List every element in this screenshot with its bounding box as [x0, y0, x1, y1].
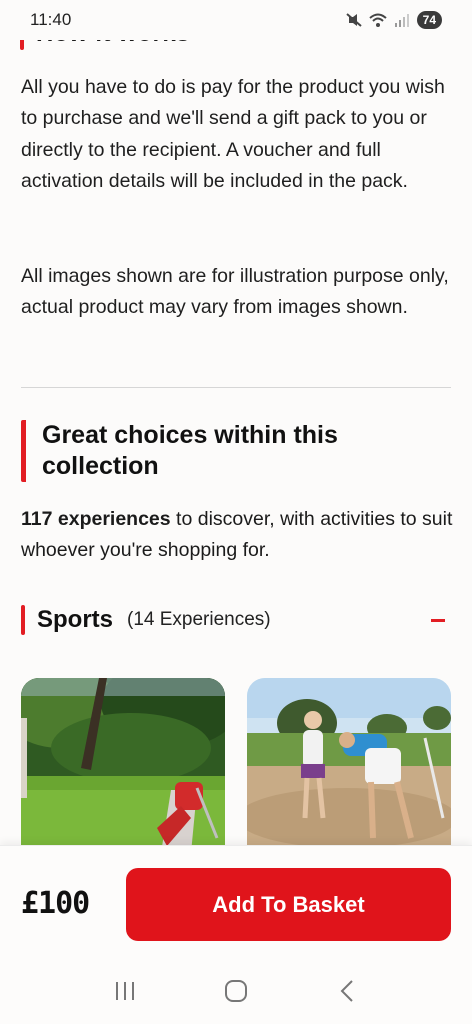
mute-icon: [345, 13, 362, 27]
price: £100: [21, 886, 90, 921]
status-icons: 74: [345, 11, 442, 29]
experience-card-golf-course[interactable]: [21, 678, 225, 858]
experience-card-golf-lesson[interactable]: [247, 678, 451, 858]
home-icon: [224, 979, 247, 1002]
back-icon: [340, 979, 353, 1002]
category-count: (14 Experiences): [127, 609, 271, 630]
recents-button[interactable]: [105, 971, 145, 1011]
add-to-basket-button[interactable]: Add To Basket: [126, 868, 451, 941]
battery-indicator: 74: [416, 11, 442, 29]
illustration-disclaimer: All images shown are for illustration pu…: [21, 265, 449, 319]
wifi-icon: [368, 13, 387, 27]
collapse-icon[interactable]: [431, 618, 445, 622]
section-divider: [21, 387, 451, 388]
experience-count: 117 experiences: [21, 508, 171, 530]
signal-icon: [394, 14, 409, 27]
category-name: Sports: [37, 606, 114, 633]
home-button[interactable]: [216, 971, 256, 1011]
collection-intro: 117 experiences to discover, with activi…: [21, 504, 456, 567]
collection-title: Great choices within this collection: [21, 420, 441, 482]
purchase-bar: £100 Add To Basket: [0, 845, 472, 957]
system-nav-bar: [0, 957, 472, 1024]
golf-bunker-lesson-photo: [247, 678, 451, 858]
gift-pack-paragraph: All you have to do is pay for the produc…: [21, 76, 445, 192]
category-accent-bar: [21, 605, 25, 635]
back-button[interactable]: [327, 971, 367, 1011]
status-time: 11:40: [30, 10, 72, 29]
golf-course-bag-photo: [21, 678, 225, 858]
recents-icon: [116, 981, 135, 1000]
category-sports-header[interactable]: Sports (14 Experiences): [21, 604, 451, 636]
status-bar: 11:40 74: [0, 0, 472, 40]
